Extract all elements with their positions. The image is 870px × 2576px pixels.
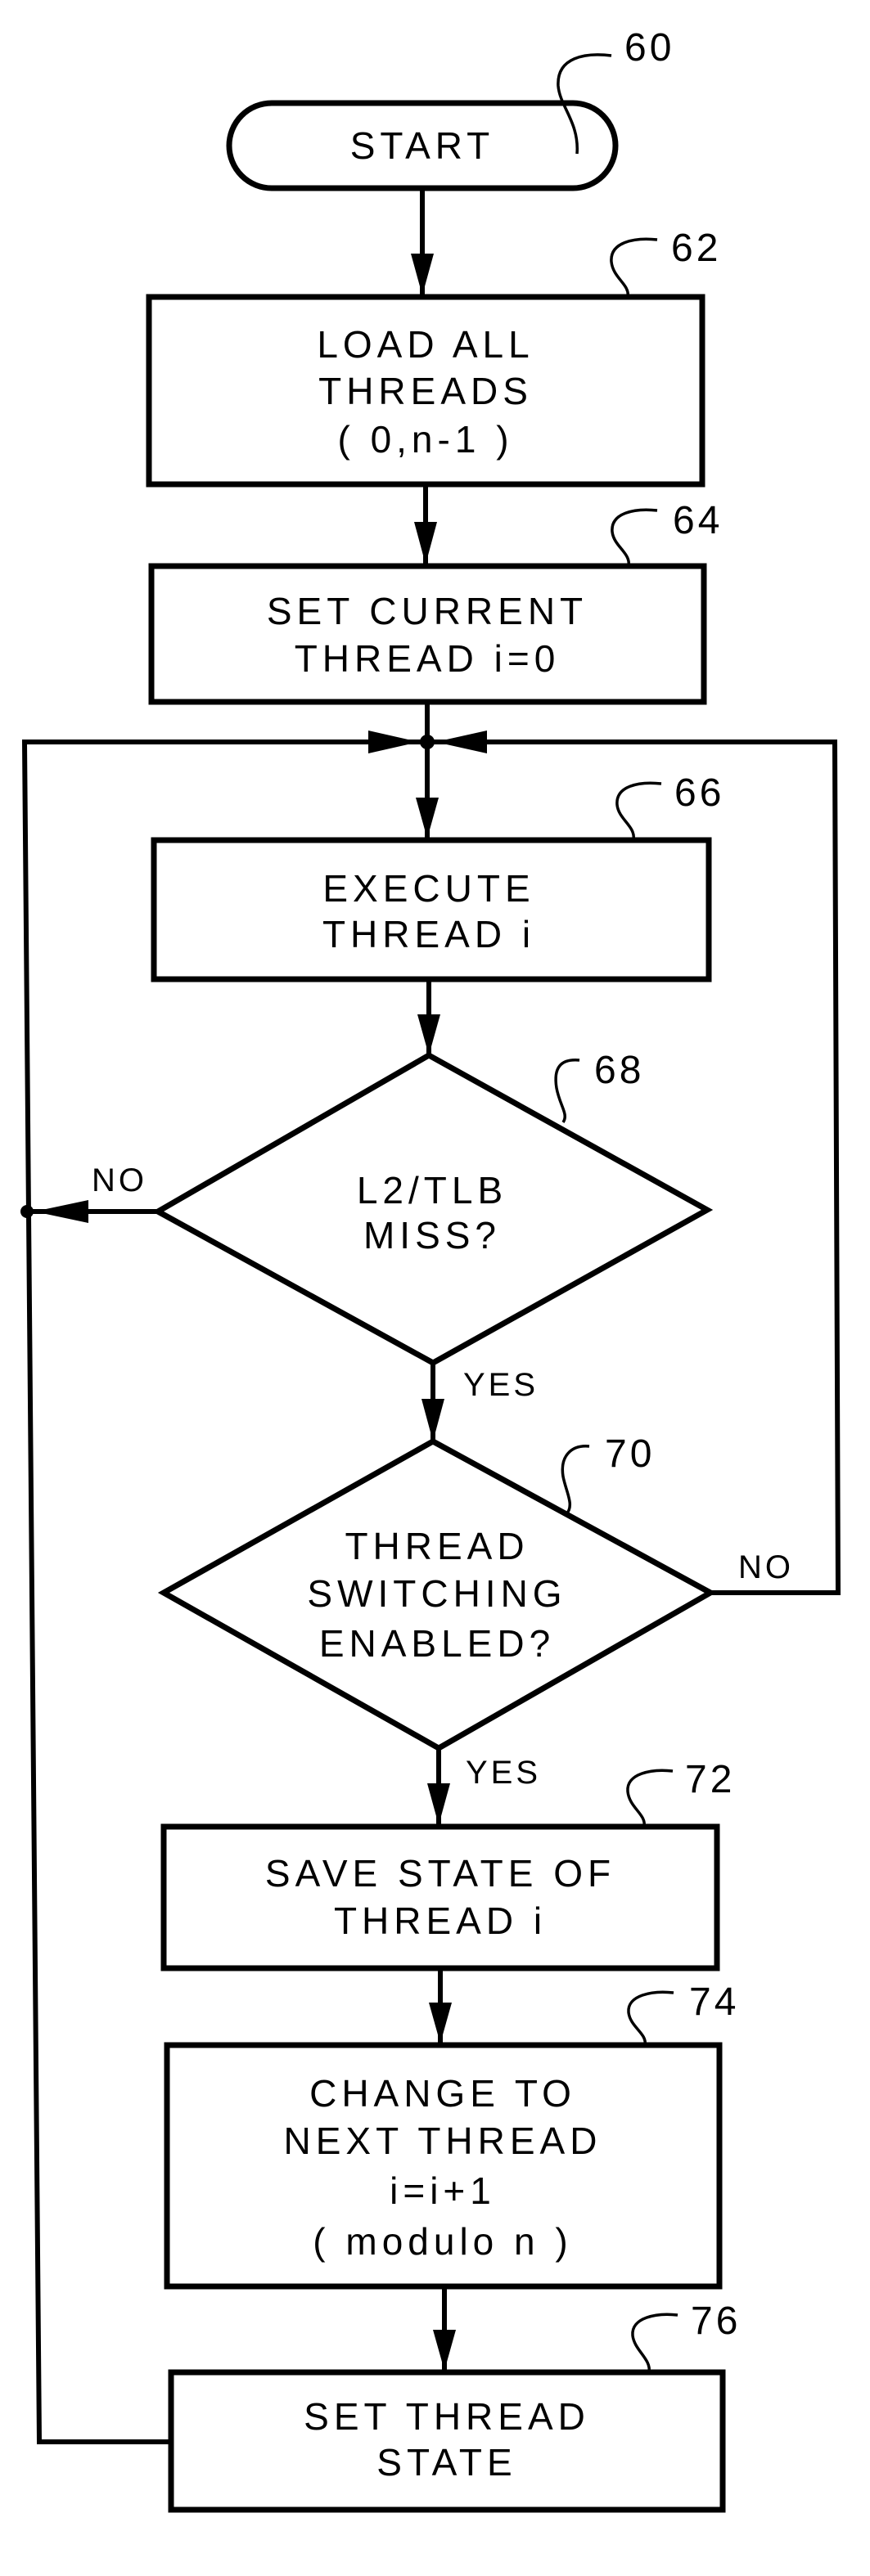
arrowhead-down (433, 2330, 456, 2371)
ref-label-66: 66 (615, 771, 724, 841)
node-set-current-thread-64[interactable]: SET CURRENT THREAD i=0 (148, 563, 707, 705)
ref-label-68: 68 (554, 1049, 644, 1124)
ref-number: 64 (673, 499, 723, 542)
leader-line (561, 1445, 590, 1516)
node-text: THREAD i (322, 913, 535, 955)
node-text: THREAD i (334, 1899, 547, 1942)
junction-dot (420, 735, 435, 749)
ref-number: 72 (685, 1758, 735, 1801)
ref-number: 68 (594, 1049, 644, 1092)
ref-label-74: 74 (627, 1980, 739, 2046)
node-text: START (350, 124, 495, 167)
arrowhead-left (34, 1200, 88, 1223)
node-text: ( 0,n-1 ) (337, 418, 513, 461)
node-text: SWITCHING (307, 1572, 566, 1615)
ref-label-70: 70 (561, 1432, 655, 1516)
node-text: STATE (376, 2441, 516, 2484)
leader-line (631, 2313, 678, 2373)
leader-line (610, 237, 658, 298)
node-decision-miss-68[interactable]: L2/TLB MISS? (151, 1051, 714, 1367)
node-set-thread-state-76[interactable]: SET THREAD STATE (168, 2369, 726, 2513)
node-save-state-72[interactable]: SAVE STATE OF THREAD i (160, 1823, 720, 1971)
ref-label-76: 76 (631, 2300, 741, 2373)
node-execute-thread-66[interactable]: EXECUTE THREAD i (151, 837, 712, 982)
arrowhead-down (411, 254, 434, 295)
leader-line (627, 1990, 674, 2046)
ref-number: 60 (624, 26, 674, 70)
node-text: ( modulo n ) (313, 2220, 572, 2263)
node-text: THREAD (345, 1525, 529, 1567)
arrowhead-down (414, 522, 437, 564)
node-change-thread-74[interactable]: CHANGE TO NEXT THREAD i=i+1 ( modulo n ) (164, 2042, 723, 2290)
arrowhead-left (435, 731, 487, 753)
branch-label-yes: YES (463, 1367, 539, 1403)
branch-label-no: NO (738, 1549, 794, 1585)
node-text: LOAD ALL (317, 323, 534, 366)
node-text: EXECUTE (322, 867, 534, 910)
node-text: NEXT THREAD (284, 2120, 602, 2162)
node-text: SET CURRENT (267, 590, 588, 632)
process-box (151, 837, 712, 982)
node-text: SET THREAD (304, 2395, 590, 2438)
node-decision-switching-70[interactable]: THREAD SWITCHING ENABLED? (157, 1437, 717, 1752)
node-start-60[interactable]: START (226, 100, 619, 191)
arrowhead-right (368, 731, 419, 753)
node-text: L2/TLB (357, 1169, 507, 1212)
leader-line (554, 1059, 580, 1124)
process-box (148, 563, 707, 705)
branch-label-no: NO (92, 1162, 147, 1198)
branch-label-yes: YES (466, 1755, 541, 1791)
ref-number: 74 (689, 1980, 739, 2024)
node-text: MISS? (363, 1214, 501, 1257)
arrowhead-down (417, 1014, 440, 1055)
ref-number: 62 (671, 227, 721, 270)
ref-number: 66 (674, 771, 724, 815)
leader-line (615, 781, 662, 841)
leader-line (626, 1769, 674, 1827)
flowchart-canvas: START LOAD ALL THREADS ( 0,n-1 ) SET CUR… (20, 26, 841, 2513)
node-load-threads-62[interactable]: LOAD ALL THREADS ( 0,n-1 ) (146, 294, 705, 488)
leader-line (611, 508, 658, 567)
junction-dot (20, 1205, 34, 1218)
process-box (160, 1823, 720, 1971)
arrowhead-down (427, 1783, 450, 1825)
node-text: CHANGE TO (309, 2072, 576, 2115)
node-text: SAVE STATE OF (265, 1852, 615, 1895)
ref-label-62: 62 (610, 227, 721, 298)
arrowhead-down (416, 798, 439, 838)
node-text: THREADS (318, 370, 533, 412)
ref-number: 76 (691, 2300, 741, 2343)
ref-label-64: 64 (611, 499, 723, 567)
node-text: THREAD i=0 (295, 637, 561, 680)
arrowhead-down (421, 1399, 444, 1441)
node-text: ENABLED? (319, 1622, 555, 1665)
node-text: i=i+1 (390, 2169, 496, 2212)
ref-label-72: 72 (626, 1758, 735, 1827)
arrowhead-down (429, 2003, 452, 2043)
ref-number: 70 (605, 1432, 655, 1476)
